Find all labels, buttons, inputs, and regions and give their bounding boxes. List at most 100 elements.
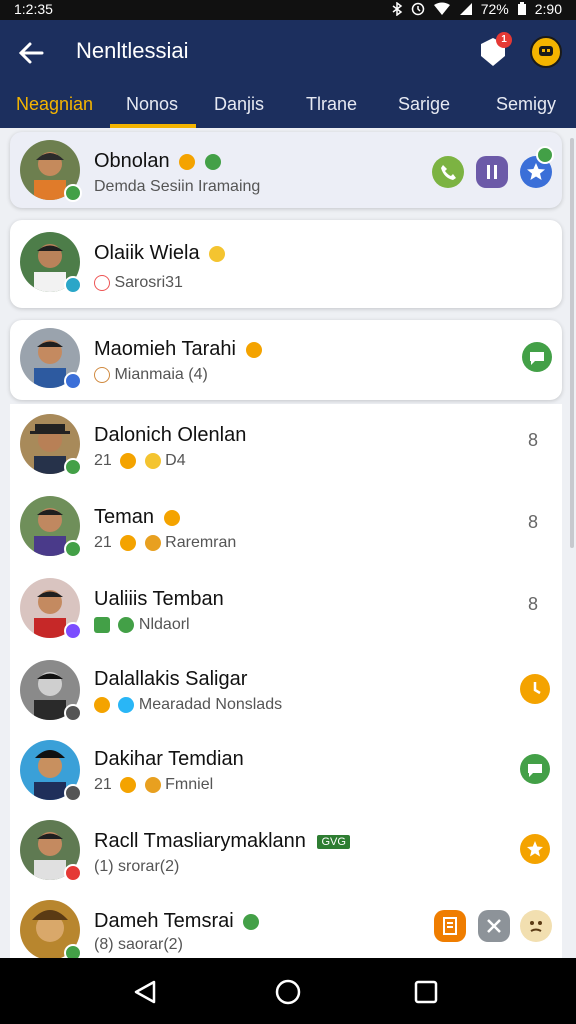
check-badge-icon	[536, 146, 554, 164]
contact-name: Olaiik Wiela	[94, 242, 200, 264]
status-time: 1:2:35	[14, 1, 53, 17]
clock-icon	[533, 682, 541, 695]
chat-icon	[528, 764, 542, 777]
smiley-emoji-icon	[209, 245, 226, 262]
chat-icon	[530, 352, 544, 365]
call-button[interactable]	[432, 156, 464, 188]
phone-icon	[441, 165, 456, 180]
status-dot	[64, 276, 82, 294]
scrollbar[interactable]	[570, 138, 574, 548]
notification-badge: 1	[496, 32, 512, 48]
status-dot	[64, 704, 82, 722]
wifi-icon	[433, 2, 450, 15]
tab-semigy[interactable]: Semigy	[496, 94, 556, 115]
contact-subtitle: (8) saorar(2)	[94, 936, 183, 953]
list-item[interactable]: Racll Tmasliarymaklann GVG (1) srorar(2)	[10, 810, 562, 893]
smiley-emoji-icon	[179, 153, 196, 170]
contact-name: Dalonich Olenlan	[94, 424, 247, 446]
nav-back-icon[interactable]	[132, 978, 160, 1006]
contact-count: 21	[94, 534, 112, 551]
star-emoji-icon	[120, 776, 137, 793]
list-item[interactable]: Teman 21 Raremran 8	[10, 486, 562, 569]
notes-icon	[443, 917, 457, 935]
contact-subtitle: Sarosri31	[114, 274, 183, 291]
tab-bar: Neagnian Nonos Danjis Tlrane Sarige Semi…	[0, 84, 576, 128]
contact-list[interactable]: Obnolan Demda Sesiin Iramaing Olaiik Wie…	[0, 128, 576, 958]
contact-subtitle: Fmniel	[165, 776, 214, 793]
page-title: Nenltlessiai	[76, 38, 189, 63]
status-clock: 2:90	[534, 1, 562, 17]
tab-danjis[interactable]: Danjis	[214, 94, 264, 115]
contact-name: Dalallakis Saligar	[94, 668, 248, 690]
list-item[interactable]: Dameh Temsrai (8) saorar(2)	[10, 892, 562, 958]
contact-card[interactable]: Maomieh Tarahi Mianmaia (4)	[10, 320, 562, 400]
online-status-dot	[64, 184, 82, 202]
status-dot	[64, 622, 82, 640]
contact-name: Dameh Temsrai	[94, 910, 234, 932]
star-icon	[527, 841, 543, 857]
contact-card[interactable]: Obnolan Demda Sesiin Iramaing	[10, 132, 562, 208]
bluetooth-icon	[392, 2, 402, 16]
status-bar: 1:2:35 72% 2:90	[0, 0, 576, 20]
contact-subtitle: Mianmaia (4)	[114, 366, 208, 383]
chat-button[interactable]	[520, 754, 550, 784]
notes-button[interactable]	[434, 910, 466, 942]
compass-icon	[94, 274, 110, 291]
tab-neagnian[interactable]: Neagnian	[16, 94, 93, 115]
badge-emoji-icon	[94, 696, 110, 713]
status-dot	[64, 540, 82, 558]
smiley-emoji-icon	[163, 509, 180, 526]
side-count: 8	[528, 430, 539, 450]
system-nav-bar	[0, 958, 576, 1024]
app-bar: Nenltlessiai 1 Neagnian Nonos Danjis Tlr…	[0, 20, 576, 128]
verified-icon	[204, 153, 221, 170]
contact-subtitle: Demda Sesiin Iramaing	[94, 178, 261, 195]
profile-button[interactable]	[530, 36, 562, 68]
verified-icon	[118, 616, 135, 633]
smiley-emoji-icon	[245, 341, 262, 358]
favorite-button[interactable]	[520, 834, 550, 864]
contact-count: 21	[94, 776, 112, 793]
contact-subtitle: (1) srorar(2)	[94, 858, 180, 875]
timer-button[interactable]	[520, 674, 550, 704]
gift-icon	[94, 366, 110, 383]
contact-name: Racll Tmasliarymaklann	[94, 830, 306, 852]
list-item[interactable]: Dalonich Olenlan 21 D4 8	[10, 404, 562, 487]
star-emoji-icon	[120, 452, 137, 469]
contact-subtitle: Raremran	[165, 534, 237, 551]
tab-sarige[interactable]: Sarige	[398, 94, 450, 115]
contact-name: Teman	[94, 506, 155, 528]
chat-button[interactable]	[522, 342, 552, 372]
list-item[interactable]: Ualiiis Temban Nldaorl 8	[10, 568, 562, 651]
side-count: 8	[528, 512, 539, 532]
list-item[interactable]: Dalallakis Saligar Mearadad Nonslads	[10, 650, 562, 731]
emoji-button[interactable]	[520, 910, 552, 942]
contact-name: Ualiiis Temban	[94, 588, 224, 610]
tab-tlrane[interactable]: Tlrane	[306, 94, 357, 115]
back-arrow-icon[interactable]	[16, 38, 46, 68]
star-emoji-icon	[120, 534, 137, 551]
nav-home-icon[interactable]	[274, 978, 302, 1006]
status-dot	[64, 784, 82, 802]
contact-subtitle: Mearadad Nonslads	[138, 696, 283, 713]
contact-name: Dakihar Temdian	[94, 748, 244, 770]
tab-nonos[interactable]: Nonos	[126, 94, 178, 115]
robot-icon	[539, 46, 553, 56]
contact-subtitle: D4	[165, 452, 186, 469]
contact-subtitle: Nldaorl	[138, 616, 190, 633]
battery-text: 72%	[480, 1, 509, 17]
pause-button[interactable]	[476, 156, 508, 188]
verified-icon	[243, 913, 260, 930]
list-item[interactable]: Dakihar Temdian 21 Fmniel	[10, 730, 562, 811]
smiley-emoji-icon	[144, 452, 161, 469]
battery-icon	[517, 2, 526, 15]
pause-icon	[487, 165, 497, 179]
crown-emoji-icon	[144, 776, 161, 793]
tag-badge: GVG	[317, 834, 350, 849]
mute-button[interactable]	[478, 910, 510, 942]
contact-card[interactable]: Olaiik Wiela Sarosri31	[10, 220, 562, 308]
status-dot	[64, 458, 82, 476]
contact-name: Maomieh Tarahi	[94, 338, 236, 360]
status-dot	[64, 944, 82, 958]
nav-recents-icon[interactable]	[412, 978, 440, 1006]
